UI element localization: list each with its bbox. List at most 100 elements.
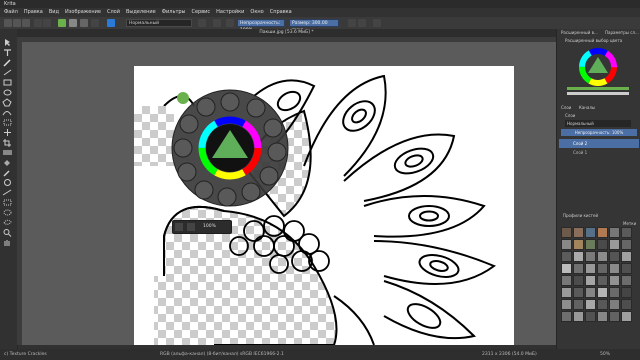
tab-advanced-color-selector[interactable]: Расширенный в... bbox=[561, 30, 598, 35]
brush-preset[interactable] bbox=[597, 227, 608, 238]
brush-preset[interactable] bbox=[573, 299, 584, 310]
brush-preset[interactable] bbox=[609, 251, 620, 262]
layer-opacity-slider[interactable]: Непрозрачность: 100% bbox=[561, 129, 637, 136]
menu-image[interactable]: Изображение bbox=[65, 8, 101, 17]
layer-row[interactable]: Слой 1 bbox=[559, 148, 639, 157]
brush-preset[interactable] bbox=[573, 287, 584, 298]
brush-preset[interactable] bbox=[573, 263, 584, 274]
size-slider[interactable]: Размер: 300.00 пикс bbox=[289, 19, 339, 33]
save-icon[interactable] bbox=[22, 19, 30, 27]
brush-preset[interactable] bbox=[621, 299, 632, 310]
brush-preset[interactable] bbox=[621, 239, 632, 250]
undo-icon[interactable] bbox=[34, 19, 42, 27]
menu-edit[interactable]: Правка bbox=[24, 8, 43, 17]
rectangle-tool[interactable] bbox=[2, 72, 13, 86]
brush-preset[interactable] bbox=[621, 311, 632, 322]
brush-preset[interactable] bbox=[561, 227, 572, 238]
brush-preset[interactable] bbox=[561, 263, 572, 274]
brush-preset[interactable] bbox=[561, 251, 572, 262]
brush-preset[interactable] bbox=[561, 311, 572, 322]
redo-icon[interactable] bbox=[43, 19, 51, 27]
mirror-vertical-icon[interactable] bbox=[358, 19, 366, 27]
menu-settings[interactable]: Настройки bbox=[216, 8, 244, 17]
menu-select[interactable]: Выделение bbox=[126, 8, 156, 17]
menu-window[interactable]: Окно bbox=[250, 8, 263, 17]
layer-row-active[interactable]: Слой 2 bbox=[559, 139, 639, 148]
bezier-tool[interactable] bbox=[2, 102, 13, 116]
brush-preset[interactable] bbox=[573, 251, 584, 262]
brush-preset[interactable] bbox=[621, 227, 632, 238]
menu-tools[interactable]: Сервис bbox=[191, 8, 210, 17]
brush-preset[interactable] bbox=[597, 287, 608, 298]
move-tool[interactable] bbox=[2, 122, 13, 136]
zoom-tool[interactable] bbox=[2, 222, 13, 237]
brush-preset[interactable] bbox=[585, 275, 596, 286]
brush-preset[interactable] bbox=[597, 251, 608, 262]
popup-palette[interactable] bbox=[170, 86, 290, 216]
workspace-icon[interactable] bbox=[373, 19, 381, 27]
brush-preset[interactable] bbox=[561, 299, 572, 310]
mirror-horizontal-icon[interactable] bbox=[348, 19, 356, 27]
brush-preset[interactable] bbox=[609, 239, 620, 250]
brush-preset[interactable] bbox=[621, 251, 632, 262]
menu-layer[interactable]: Слой bbox=[107, 8, 120, 17]
tab-channels[interactable]: Каналы bbox=[579, 105, 595, 110]
color-selector[interactable] bbox=[565, 43, 631, 97]
presets-tag-filter[interactable]: Метки bbox=[623, 221, 636, 226]
tab-layers[interactable]: Слои bbox=[561, 105, 571, 110]
gradient-tool[interactable] bbox=[2, 142, 13, 155]
tab-layer-properties[interactable]: Параметры сл... bbox=[605, 30, 639, 35]
zoom-level[interactable]: 50% bbox=[600, 349, 610, 360]
menu-help[interactable]: Справка bbox=[270, 8, 292, 17]
document-tab[interactable]: Пакши.jpg [53.6 MиБ] * bbox=[17, 29, 556, 37]
brush-preset[interactable] bbox=[561, 239, 572, 250]
preserve-alpha-icon[interactable] bbox=[226, 19, 234, 27]
color-picker-tool[interactable] bbox=[2, 162, 13, 177]
menu-file[interactable]: Файл bbox=[4, 8, 18, 17]
brush-preset[interactable] bbox=[585, 299, 596, 310]
ellipse-select-tool[interactable] bbox=[2, 202, 13, 216]
brush-preset[interactable] bbox=[585, 311, 596, 322]
menu-filters[interactable]: Фильтры bbox=[162, 8, 186, 17]
brush-preset[interactable] bbox=[597, 311, 608, 322]
brush-preset[interactable] bbox=[585, 251, 596, 262]
brush-preset-icon[interactable] bbox=[107, 19, 115, 27]
brush-preset[interactable] bbox=[609, 275, 620, 286]
brush-preset[interactable] bbox=[573, 239, 584, 250]
select-shapes-tool[interactable] bbox=[2, 32, 13, 46]
brush-preset[interactable] bbox=[621, 263, 632, 274]
brush-preset[interactable] bbox=[597, 299, 608, 310]
brush-preset[interactable] bbox=[597, 275, 608, 286]
brush-preset[interactable] bbox=[573, 311, 584, 322]
clear-history-icon[interactable] bbox=[175, 223, 183, 231]
foreground-color-swatch[interactable] bbox=[58, 19, 66, 27]
brush-preset[interactable] bbox=[609, 227, 620, 238]
brush-preset[interactable] bbox=[597, 239, 608, 250]
brush-preset[interactable] bbox=[585, 287, 596, 298]
ellipse-tool[interactable] bbox=[2, 82, 13, 96]
fill-tool[interactable] bbox=[2, 152, 13, 166]
brush-preset[interactable] bbox=[573, 275, 584, 286]
text-tool[interactable] bbox=[2, 42, 13, 56]
eraser-mode-icon[interactable] bbox=[198, 19, 206, 27]
brush-preset[interactable] bbox=[609, 311, 620, 322]
gradient-icon[interactable] bbox=[80, 19, 88, 27]
brush-preset[interactable] bbox=[597, 263, 608, 274]
brush-preset[interactable] bbox=[573, 227, 584, 238]
reload-preset-icon[interactable] bbox=[213, 19, 221, 27]
pattern-icon[interactable] bbox=[69, 19, 77, 27]
open-document-icon[interactable] bbox=[13, 19, 21, 27]
brush-preset[interactable] bbox=[585, 227, 596, 238]
new-document-icon[interactable] bbox=[4, 19, 12, 27]
brush-preset[interactable] bbox=[561, 287, 572, 298]
menu-view[interactable]: Вид bbox=[49, 8, 59, 17]
brush-preset[interactable] bbox=[585, 239, 596, 250]
lasso-select-tool[interactable] bbox=[2, 212, 13, 225]
crop-tool[interactable] bbox=[2, 132, 13, 147]
polygon-tool[interactable] bbox=[2, 92, 13, 107]
brush-preset[interactable] bbox=[609, 263, 620, 274]
pan-tool[interactable] bbox=[2, 232, 13, 246]
brush-preset[interactable] bbox=[561, 275, 572, 286]
rotate-canvas-icon[interactable] bbox=[187, 223, 195, 231]
brush-preset[interactable] bbox=[621, 275, 632, 286]
